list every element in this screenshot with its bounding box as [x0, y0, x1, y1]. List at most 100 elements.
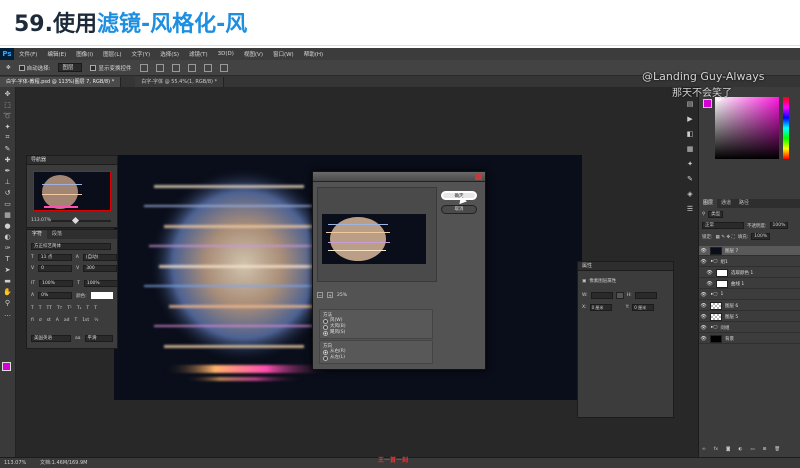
filter-preview[interactable]	[317, 187, 437, 282]
type-icon[interactable]: T	[3, 254, 13, 263]
layer-row[interactable]: 👁 选取颜色 1	[699, 268, 800, 278]
discretionary-ligature-icon[interactable]: ơ	[39, 318, 42, 323]
visibility-eye-icon[interactable]: 👁	[699, 292, 708, 298]
history-brush-icon[interactable]: ↺	[3, 188, 13, 197]
blend-mode-select[interactable]: 正常	[702, 222, 744, 229]
subscript-icon[interactable]: T₁	[77, 306, 82, 311]
mask-icon[interactable]: ◙	[726, 447, 730, 452]
status-doc-size[interactable]: 文档:1.46M/169.9M	[40, 458, 87, 468]
auto-select-option[interactable]: 自动选择:	[18, 64, 50, 72]
slider-knob[interactable]	[71, 216, 80, 225]
tab-document-2[interactable]: 白字-字体 @ 55.4%(1, RGB/8) *	[135, 77, 225, 87]
history-icon[interactable]: ▤	[686, 100, 695, 109]
marquee-icon[interactable]: ⬚	[3, 100, 13, 109]
layer-row[interactable]: 👁 图层 7	[699, 246, 800, 256]
path-select-icon[interactable]: ➤	[3, 265, 13, 274]
underline-icon[interactable]: T	[86, 306, 89, 311]
stylistic-icon[interactable]: A	[56, 318, 59, 323]
blur-icon[interactable]: ●	[3, 221, 13, 230]
layer-row[interactable]: 👁 ▸▢ 1	[699, 290, 800, 300]
visibility-eye-icon[interactable]: 👁	[705, 281, 714, 287]
menu-3d[interactable]: 3D(D)	[213, 51, 239, 57]
visibility-eye-icon[interactable]: 👁	[699, 248, 708, 254]
magic-wand-icon[interactable]: ✦	[3, 122, 13, 131]
leading-field[interactable]: (自动)	[82, 254, 117, 261]
small-caps-icon[interactable]: Tт	[57, 306, 62, 311]
align-right-icon[interactable]	[219, 63, 228, 72]
auto-select-checkbox[interactable]	[18, 65, 25, 71]
eyedropper-icon[interactable]: ✎	[3, 144, 13, 153]
actions-icon[interactable]: ▶	[686, 115, 695, 124]
superscript-icon[interactable]: T¹	[67, 306, 72, 311]
eraser-icon[interactable]: ▭	[3, 199, 13, 208]
menu-layer[interactable]: 图层(L)	[98, 50, 126, 58]
tracking-field[interactable]: 300	[83, 265, 118, 272]
menu-view[interactable]: 视图(V)	[239, 50, 268, 58]
tab-character[interactable]: 字符	[27, 230, 48, 239]
navigator-thumbnail[interactable]	[33, 171, 111, 211]
font-family-select[interactable]: 方正综艺简体	[31, 243, 111, 250]
ligature-icon[interactable]: fi	[31, 318, 34, 323]
cancel-button[interactable]: 取消	[441, 205, 477, 214]
gradient-icon[interactable]: ▦	[3, 210, 13, 219]
close-icon[interactable]	[475, 174, 482, 180]
align-middle-icon[interactable]	[155, 63, 164, 72]
navigator-zoom[interactable]: 113.07%	[31, 218, 51, 223]
navigator-zoom-slider[interactable]	[51, 216, 111, 225]
visibility-eye-icon[interactable]: 👁	[699, 314, 708, 320]
zoom-out-icon[interactable]: −	[317, 292, 323, 298]
adjustments-icon[interactable]: ◧	[686, 130, 695, 139]
tab-paths[interactable]: 路径	[735, 199, 753, 208]
menu-file[interactable]: 文件(F)	[14, 50, 42, 58]
fraction-icon[interactable]: 1st	[82, 318, 89, 323]
more-tools-icon[interactable]: …	[3, 309, 13, 318]
radio-blast[interactable]	[323, 324, 328, 330]
visibility-eye-icon[interactable]: 👁	[699, 259, 708, 265]
foreground-color-swatch[interactable]	[2, 362, 11, 371]
layer-row[interactable]: 👁 图层 5	[699, 312, 800, 322]
healing-icon[interactable]: ✚	[3, 155, 13, 164]
strikethrough-icon[interactable]: T	[94, 306, 97, 311]
styles-icon[interactable]: ✦	[686, 160, 695, 169]
width-field[interactable]	[590, 292, 613, 299]
fill-field[interactable]: 100%	[751, 233, 771, 240]
trash-icon[interactable]: 🗑	[774, 447, 780, 452]
titling-icon[interactable]: ad	[64, 318, 70, 323]
align-bottom-icon[interactable]	[171, 63, 180, 72]
show-transform-option[interactable]: 显示变换控件	[90, 64, 132, 72]
radio-left[interactable]	[323, 355, 328, 361]
layer-select-dropdown[interactable]: 图层	[58, 63, 83, 72]
new-group-icon[interactable]: ▭	[750, 447, 754, 452]
font-size-field[interactable]: 11 点	[37, 254, 72, 261]
baseline-field[interactable]: 0%	[38, 292, 73, 299]
menu-filter[interactable]: 滤镜(T)	[184, 50, 213, 58]
align-top-icon[interactable]	[139, 63, 148, 72]
layer-row[interactable]: 👁 曲线 1	[699, 279, 800, 289]
lock-icons[interactable]: ▦ ✎ ✥ ⛶	[716, 234, 735, 240]
zoom-in-icon[interactable]: +	[327, 292, 333, 298]
tab-layers[interactable]: 图层	[699, 199, 718, 208]
link-icon[interactable]	[615, 292, 624, 299]
horizontal-scale-field[interactable]: 100%	[83, 280, 118, 287]
language-select[interactable]: 美国英语	[31, 335, 71, 342]
swash-icon[interactable]: st	[47, 318, 51, 323]
visibility-eye-icon[interactable]: 👁	[705, 270, 714, 276]
hue-slider[interactable]	[783, 97, 789, 159]
new-layer-icon[interactable]: ⊞	[763, 447, 767, 452]
menu-type[interactable]: 文字(Y)	[127, 50, 156, 58]
dialog-titlebar[interactable]	[313, 172, 485, 182]
menu-select[interactable]: 选择(S)	[155, 50, 184, 58]
menu-edit[interactable]: 编辑(E)	[42, 50, 71, 58]
layer-row[interactable]: 👁 背景	[699, 334, 800, 344]
swatches-icon[interactable]: ▦	[686, 145, 695, 154]
layer-row[interactable]: 👁 ▸▢ 组1	[699, 257, 800, 267]
zoom-icon[interactable]: ⚲	[3, 298, 13, 307]
half-icon[interactable]: ½	[94, 318, 98, 323]
visibility-eye-icon[interactable]: 👁	[699, 303, 708, 309]
tab-document-1[interactable]: 白字-字体-教程.psd @ 113%(图层 7, RGB/8) *	[0, 77, 122, 87]
show-transform-checkbox[interactable]	[90, 65, 97, 71]
menu-help[interactable]: 帮助(H)	[299, 50, 328, 58]
layer-row[interactable]: 👁 ▸▢ 问组	[699, 323, 800, 333]
menu-window[interactable]: 窗口(W)	[268, 50, 299, 58]
3d-icon[interactable]: ◈	[686, 190, 695, 199]
